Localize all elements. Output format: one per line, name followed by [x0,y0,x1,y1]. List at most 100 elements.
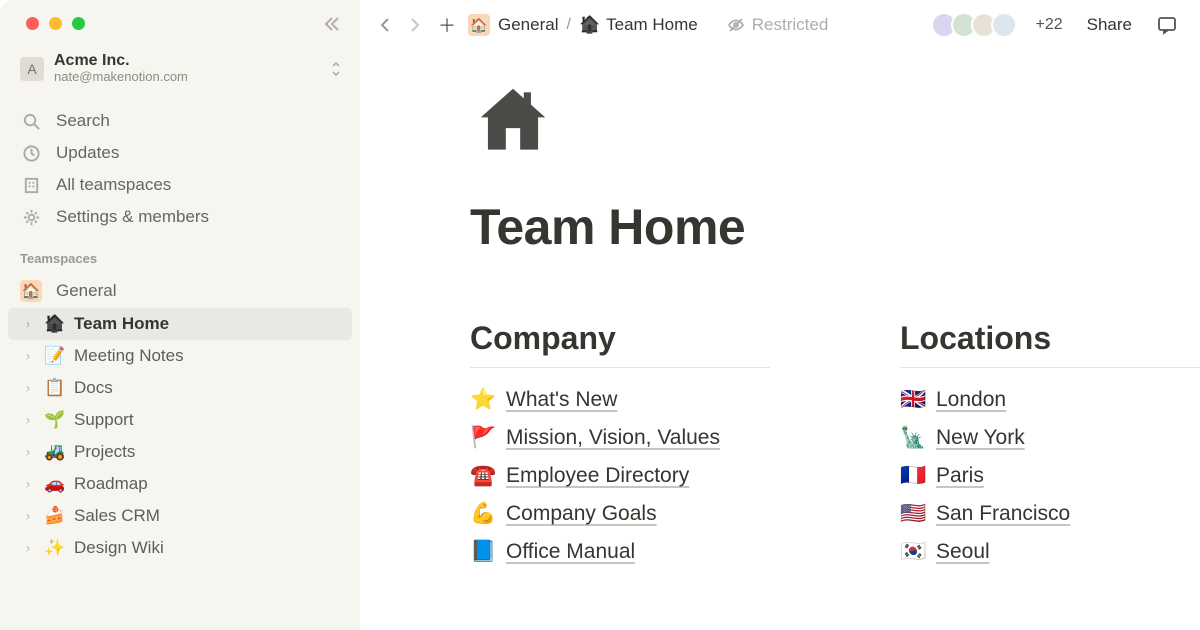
window-traffic-lights [26,17,85,30]
teamspace-label: General [56,281,116,301]
chevron-right-icon[interactable]: › [20,445,36,459]
page-label: Roadmap [74,474,148,494]
member-avatars[interactable] [917,12,1017,38]
page-link[interactable]: 💪Company Goals [470,502,770,526]
teamspaces-section-header: Teamspaces [0,233,360,274]
page-link-label: London [936,388,1006,412]
page-link[interactable]: 🗽 New York [900,426,1200,450]
main-panel: ＋ 🏠 General / 🏠 Team Home Restricted +22… [360,0,1200,630]
house-icon: 🏠 [579,15,600,35]
page-link-icon: ⭐ [470,388,494,412]
page-link[interactable]: 📘Office Manual [470,540,770,564]
share-button[interactable]: Share [1087,15,1132,35]
nav-forward-button[interactable] [404,14,426,36]
sidebar-page-item[interactable]: › 🌱 Support [0,404,360,436]
chevron-right-icon[interactable]: › [20,317,36,331]
collapse-sidebar-button[interactable] [320,14,340,34]
clock-icon [20,144,42,163]
eye-off-icon [726,15,746,35]
sidebar-page-item[interactable]: › 📝 Meeting Notes [0,340,360,372]
page-label: Design Wiki [74,538,164,558]
teamspace-icon: 🏠 [20,280,42,302]
comments-button[interactable] [1156,14,1178,36]
sidebar: A Acme Inc. nate@makenotion.com Search U… [0,0,360,630]
page-emoji: ✨ [44,538,66,558]
close-window-icon[interactable] [26,17,39,30]
breadcrumb-page[interactable]: 🏠 Team Home [579,15,698,35]
column-heading: Locations [900,320,1200,357]
breadcrumb-separator: / [566,16,570,34]
page-title[interactable]: Team Home [470,198,1200,256]
page-icon[interactable] [470,78,1200,164]
new-page-button[interactable]: ＋ [436,12,458,38]
page-link-label: Mission, Vision, Values [506,426,720,450]
page-link-label: New York [936,426,1025,450]
avatar [991,12,1017,38]
page-label: Team Home [74,314,169,334]
restricted-badge[interactable]: Restricted [726,15,829,35]
nav-back-button[interactable] [374,14,396,36]
switcher-chevron-icon [330,60,342,78]
page-link-icon: 🇬🇧 [900,388,924,412]
chevron-right-icon[interactable]: › [20,349,36,363]
page-link-label: San Francisco [936,502,1070,526]
page-link[interactable]: 🇫🇷Paris [900,464,1200,488]
restricted-label: Restricted [752,15,829,35]
more-members-count[interactable]: +22 [1035,16,1062,34]
breadcrumb-root[interactable]: General [498,15,558,35]
page-link-label: Paris [936,464,984,488]
sidebar-page-item[interactable]: › 🚜 Projects [0,436,360,468]
nav-search[interactable]: Search [0,105,360,137]
column-locations: Locations 🇬🇧 London 🗽 New York 🇫🇷Paris 🇺🇸 San … [900,320,1200,564]
nav-label: Updates [56,143,119,163]
chevron-right-icon[interactable]: › [20,413,36,427]
page-link-icon: ☎️ [470,464,494,488]
page-link-label: Seoul [936,540,990,564]
nav-label: Settings & members [56,207,209,227]
page-label: Sales CRM [74,506,160,526]
nav-label: All teamspaces [56,175,171,195]
workspace-email: nate@makenotion.com [54,70,320,85]
page-label: Docs [74,378,113,398]
page-link[interactable]: 🇺🇸 San Francisco [900,502,1200,526]
workspace-name: Acme Inc. [54,52,320,70]
breadcrumb-root-icon: 🏠 [468,14,490,36]
page-label: Support [74,410,134,430]
page-label: Meeting Notes [74,346,184,366]
nav-updates[interactable]: Updates [0,137,360,169]
sidebar-page-item[interactable]: › 🏠 Team Home [8,308,352,340]
chevron-right-icon[interactable]: › [20,381,36,395]
page-link-icon: 🗽 [900,426,924,450]
minimize-window-icon[interactable] [49,17,62,30]
page-link-label: Company Goals [506,502,657,526]
page-emoji: 📋 [44,378,66,398]
gear-icon [20,208,42,227]
page-link[interactable]: 🇰🇷 Seoul [900,540,1200,564]
page-link-icon: 🇺🇸 [900,502,924,526]
page-content: Team Home Company ⭐What's New🚩Mission, V… [360,38,1200,630]
page-link[interactable]: 🚩Mission, Vision, Values [470,426,770,450]
page-link-icon: 🇰🇷 [900,540,924,564]
workspace-switcher[interactable]: A Acme Inc. nate@makenotion.com [0,40,360,85]
topbar: ＋ 🏠 General / 🏠 Team Home Restricted +22… [360,0,1200,38]
page-link[interactable]: 🇬🇧 London [900,388,1200,412]
page-link[interactable]: ⭐What's New [470,388,770,412]
page-emoji: 🚗 [44,474,66,494]
page-link[interactable]: ☎️Employee Directory [470,464,770,488]
sidebar-page-item[interactable]: › 📋 Docs [0,372,360,404]
nav-settings[interactable]: Settings & members [0,201,360,233]
chevron-right-icon[interactable]: › [20,541,36,555]
chevron-right-icon[interactable]: › [20,509,36,523]
zoom-window-icon[interactable] [72,17,85,30]
nav-all-teamspaces[interactable]: All teamspaces [0,169,360,201]
teamspace-general[interactable]: 🏠 General [0,274,360,308]
column-company: Company ⭐What's New🚩Mission, Vision, Val… [470,320,770,564]
breadcrumb-page-label: Team Home [606,15,698,35]
page-emoji: 🏠 [44,314,66,334]
sidebar-page-item[interactable]: › 🍰 Sales CRM [0,500,360,532]
page-emoji: 🌱 [44,410,66,430]
sidebar-page-item[interactable]: › ✨ Design Wiki [0,532,360,564]
sidebar-page-item[interactable]: › 🚗 Roadmap [0,468,360,500]
page-link-icon: 📘 [470,540,494,564]
chevron-right-icon[interactable]: › [20,477,36,491]
